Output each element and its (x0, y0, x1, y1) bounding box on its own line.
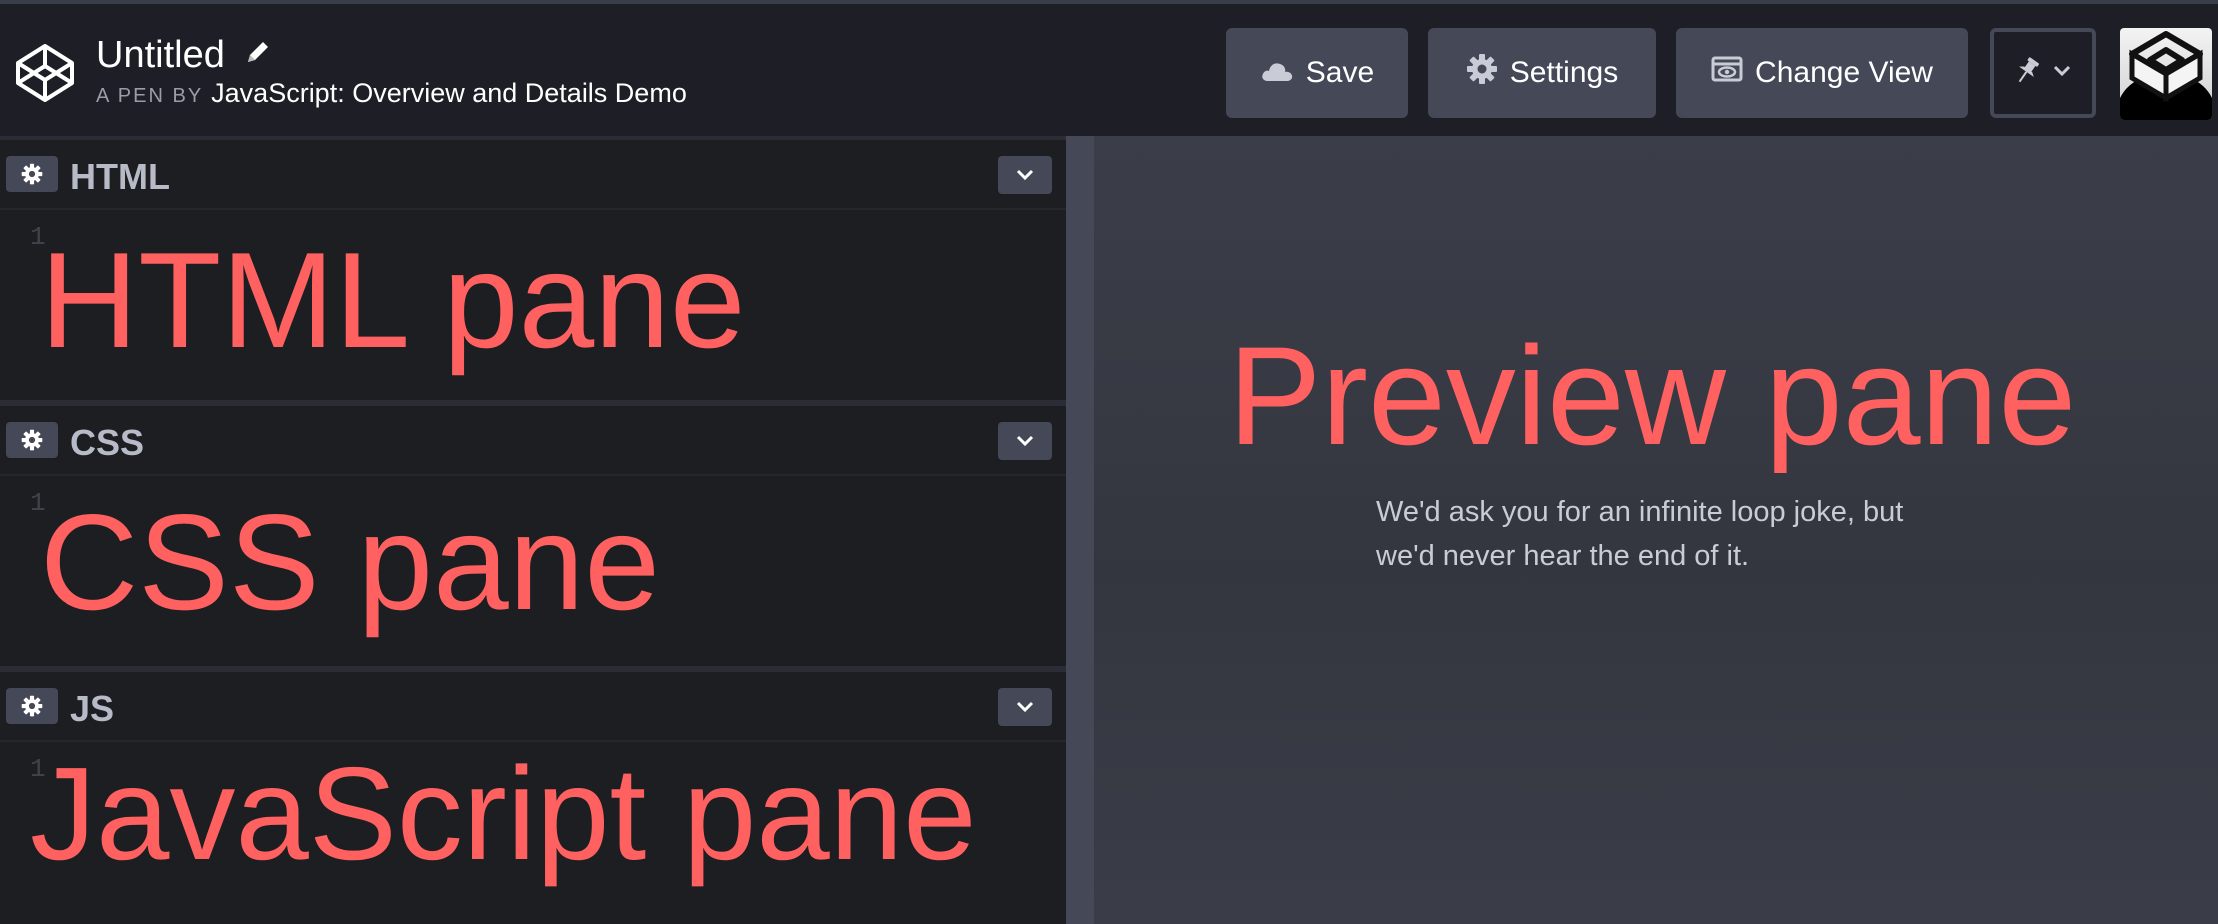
change-view-button[interactable]: Change View (1676, 28, 1968, 118)
css-settings-button[interactable] (6, 422, 58, 458)
gear-icon (21, 429, 43, 451)
html-pane-title: HTML (70, 156, 170, 197)
chevron-down-icon (1016, 435, 1034, 447)
user-avatar[interactable] (2120, 28, 2212, 120)
preview-pane-annotation: Preview pane (1228, 317, 2077, 474)
gear-icon (21, 163, 43, 185)
byline-prefix: A PEN BY (96, 85, 204, 107)
author-name[interactable]: JavaScript: Overview and Details Demo (211, 78, 687, 108)
css-pane-header: CSS (0, 406, 1066, 476)
gear-icon (1466, 53, 1498, 93)
pen-title-text[interactable]: Untitled (96, 34, 225, 76)
preview-pane[interactable]: Preview pane We'd ask you for an infinit… (1094, 136, 2218, 924)
gear-icon (21, 695, 43, 717)
html-settings-button[interactable] (6, 156, 58, 192)
css-pane-title: CSS (70, 422, 145, 463)
chevron-down-icon (1016, 169, 1034, 181)
chevron-down-icon (1016, 701, 1034, 713)
save-label: Save (1305, 56, 1375, 89)
html-pane-header: HTML (0, 140, 1066, 210)
pencil-icon[interactable] (245, 30, 271, 76)
css-pane[interactable]: CSS 1 CSS pane (0, 406, 1066, 666)
js-collapse-button[interactable] (998, 688, 1052, 726)
settings-button[interactable]: Settings (1428, 28, 1656, 118)
pin-dropdown-button[interactable] (1990, 28, 2096, 118)
editor-column: HTML 1 HTML pane CSS 1 CSS pane JS 1 Jav… (0, 136, 1066, 924)
change-view-label: Change View (1755, 56, 1933, 89)
js-settings-button[interactable] (6, 688, 58, 724)
top-header: Untitled A PEN BY JavaScript: Overview an… (0, 0, 2218, 136)
codepen-logo-icon[interactable] (14, 42, 76, 104)
css-collapse-button[interactable] (998, 422, 1052, 460)
pen-byline: A PEN BY JavaScript: Overview and Details… (96, 78, 687, 109)
save-button[interactable]: Save (1226, 28, 1408, 118)
js-pane[interactable]: JS 1 JavaScript pane (0, 672, 1066, 924)
chevron-down-icon (2052, 64, 2072, 83)
html-collapse-button[interactable] (998, 156, 1052, 194)
css-pane-annotation: CSS pane (40, 486, 660, 638)
js-pane-annotation: JavaScript pane (30, 740, 977, 887)
pin-icon (2014, 56, 2040, 91)
cloud-icon (1260, 56, 1294, 90)
settings-label: Settings (1509, 56, 1619, 89)
preview-message: We'd ask you for an infinite loop joke, … (1376, 496, 1904, 572)
js-pane-title: JS (70, 688, 115, 729)
view-icon (1711, 56, 1743, 90)
js-pane-header: JS (0, 672, 1066, 742)
html-pane-annotation: HTML pane (40, 224, 746, 376)
html-pane[interactable]: HTML 1 HTML pane (0, 140, 1066, 400)
resize-handle[interactable] (1066, 136, 1094, 924)
pen-title[interactable]: Untitled (96, 30, 271, 78)
